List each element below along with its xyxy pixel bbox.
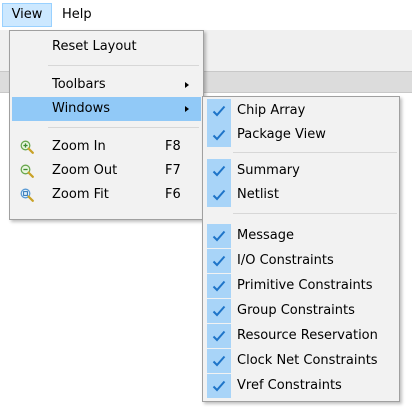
- submenu-item-chip-array[interactable]: Chip Array: [205, 99, 397, 123]
- submenu-item-label: Message: [237, 228, 294, 243]
- menu-item-label: Zoom Fit: [52, 187, 109, 202]
- submenu-item-label: I/O Constraints: [237, 253, 334, 268]
- menu-separator: [48, 127, 199, 128]
- submenu-item-label: Chip Array: [237, 103, 306, 118]
- submenu-item-label: Clock Net Constraints: [237, 353, 378, 368]
- submenu-item-label: Vref Constraints: [237, 378, 342, 393]
- menu-separator: [233, 213, 397, 214]
- menubar: View Help: [0, 0, 412, 31]
- submenu-arrow-icon: [185, 106, 189, 112]
- menu-item-label: Toolbars: [52, 77, 106, 92]
- menubar-view[interactable]: View: [2, 3, 52, 27]
- check-mark-icon: [207, 324, 231, 348]
- check-mark-icon: [207, 224, 231, 248]
- menu-separator: [233, 152, 397, 153]
- menu-item-zoom-fit[interactable]: Zoom Fit F6: [12, 183, 201, 207]
- windows-submenu: Chip Array Package View Summary Netlist …: [202, 96, 400, 402]
- submenu-item-message[interactable]: Message: [205, 224, 397, 248]
- menu-item-zoom-in[interactable]: Zoom In F8: [12, 135, 201, 159]
- shortcut-label: F7: [165, 163, 181, 178]
- submenu-item-io-constraints[interactable]: I/O Constraints: [205, 249, 397, 273]
- submenu-item-label: Resource Reservation: [237, 328, 378, 343]
- check-mark-icon: [207, 299, 231, 323]
- check-mark-icon: [207, 274, 231, 298]
- submenu-item-vref-constraints[interactable]: Vref Constraints: [205, 374, 397, 398]
- submenu-item-label: Netlist: [237, 187, 279, 202]
- submenu-item-summary[interactable]: Summary: [205, 159, 397, 183]
- menu-item-windows[interactable]: Windows: [12, 97, 201, 121]
- check-mark-icon: [207, 349, 231, 373]
- submenu-item-label: Package View: [237, 127, 326, 142]
- submenu-item-package-view[interactable]: Package View: [205, 123, 397, 147]
- check-mark-icon: [207, 183, 231, 207]
- menu-item-toolbars[interactable]: Toolbars: [12, 73, 201, 97]
- check-mark-icon: [207, 159, 231, 183]
- menubar-help[interactable]: Help: [56, 3, 96, 27]
- menu-item-label: Reset Layout: [52, 39, 137, 54]
- check-mark-icon: [207, 374, 231, 398]
- menu-item-label: Zoom Out: [52, 163, 118, 178]
- submenu-item-group-constraints[interactable]: Group Constraints: [205, 299, 397, 323]
- menu-item-zoom-out[interactable]: Zoom Out F7: [12, 159, 201, 183]
- shortcut-label: F6: [165, 187, 181, 202]
- menu-item-label: Windows: [52, 101, 111, 116]
- menu-separator: [48, 65, 199, 66]
- submenu-item-label: Group Constraints: [237, 303, 355, 318]
- menu-item-reset-layout[interactable]: Reset Layout: [12, 35, 201, 59]
- shortcut-label: F8: [165, 139, 181, 154]
- menu-item-label: Zoom In: [52, 139, 106, 154]
- submenu-item-primitive-constraints[interactable]: Primitive Constraints: [205, 274, 397, 298]
- check-mark-icon: [207, 123, 231, 147]
- submenu-item-label: Summary: [237, 163, 300, 178]
- view-menu: Reset Layout Toolbars Windows Zoom In F8…: [9, 30, 204, 220]
- check-mark-icon: [207, 249, 231, 273]
- zoom-fit-icon: [20, 188, 34, 202]
- zoom-out-icon: [20, 164, 34, 178]
- submenu-item-netlist[interactable]: Netlist: [205, 183, 397, 207]
- submenu-arrow-icon: [185, 82, 189, 88]
- submenu-item-clock-net-constraints[interactable]: Clock Net Constraints: [205, 349, 397, 373]
- submenu-item-resource-reservation[interactable]: Resource Reservation: [205, 324, 397, 348]
- check-mark-icon: [207, 99, 231, 123]
- submenu-item-label: Primitive Constraints: [237, 278, 373, 293]
- zoom-in-icon: [20, 140, 34, 154]
